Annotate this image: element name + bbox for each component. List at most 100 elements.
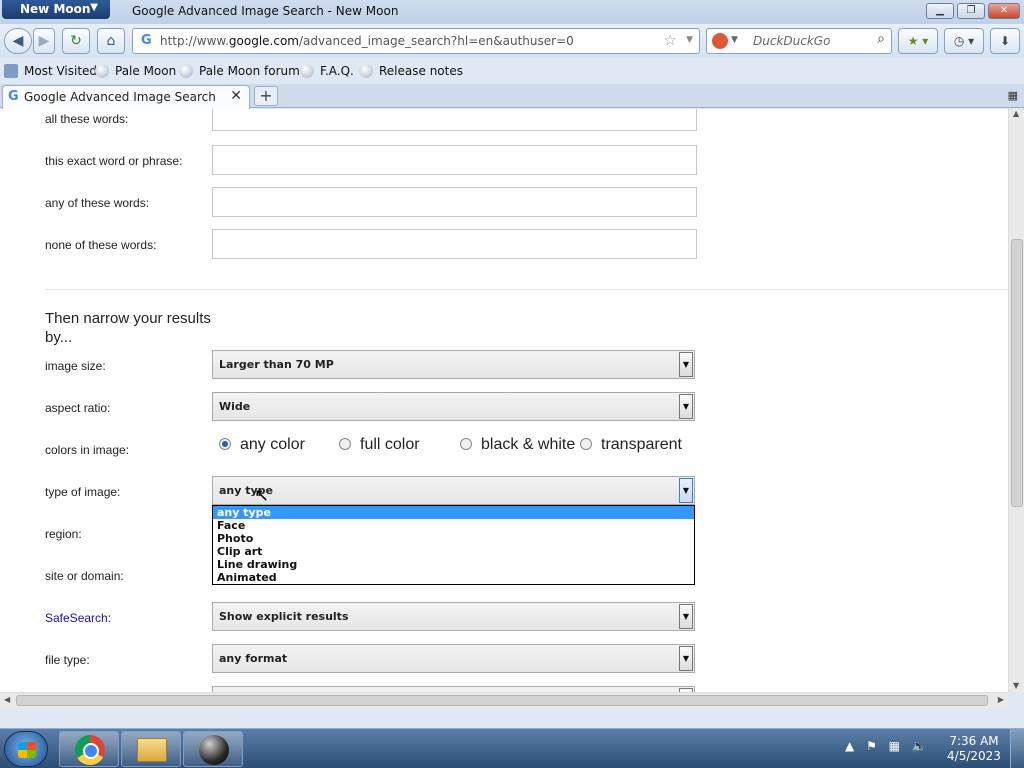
flag-alert-icon[interactable]: ⚑ (866, 739, 877, 753)
type-option-clip-art[interactable]: Clip art (213, 545, 694, 558)
aspect-ratio-label: aspect ratio: (45, 401, 111, 415)
windows-logo-icon (18, 742, 36, 758)
url-history-dropdown-icon[interactable]: ▼ (686, 35, 693, 45)
type-option-animated[interactable]: Animated (213, 571, 694, 584)
color-radio-full[interactable]: full color (339, 436, 420, 454)
status-bar (0, 708, 1024, 728)
address-bar[interactable]: G http://www.google.com/advanced_image_s… (132, 28, 700, 54)
search-placeholder: DuckDuckGo (753, 34, 831, 48)
clock-time: 7:36 AM (949, 734, 999, 748)
color-radio-transparent[interactable]: transparent (580, 436, 682, 454)
section-divider (45, 289, 1008, 290)
exact-phrase-input[interactable] (212, 145, 697, 175)
radio-selected-icon (219, 438, 231, 450)
chevron-down-icon[interactable]: ▼ (679, 394, 693, 419)
type-option-line-drawing[interactable]: Line drawing (213, 558, 694, 571)
tab-google-advanced-image-search[interactable]: G Google Advanced Image Search ✕ (2, 85, 250, 109)
any-words-label: any of these words: (45, 196, 150, 210)
radio-label: transparent (601, 436, 682, 453)
search-engine-bar[interactable]: ▼ DuckDuckGo ⌕ (706, 28, 892, 54)
pale-moon-icon (95, 64, 109, 78)
close-tab-icon[interactable]: ✕ (230, 88, 242, 104)
type-select[interactable]: any type ▼ (212, 476, 695, 505)
chevron-down-icon[interactable]: ▼ (679, 478, 693, 503)
type-option-photo[interactable]: Photo (213, 532, 694, 545)
horizontal-scroll-thumb[interactable] (16, 695, 988, 706)
safesearch-link[interactable]: SafeSearch (45, 611, 108, 625)
bookmarks-menu-button[interactable]: ★ ▾ (898, 28, 938, 54)
radio-icon (339, 438, 351, 450)
safesearch-select[interactable]: Show explicit results ▼ (212, 602, 695, 631)
chevron-down-icon[interactable]: ▼ (731, 35, 738, 45)
search-icon[interactable]: ⌕ (877, 31, 885, 47)
reload-button[interactable]: ↻ (62, 28, 90, 54)
show-desktop-button[interactable] (1010, 729, 1024, 768)
color-radio-any[interactable]: any color (219, 436, 305, 454)
google-favicon-icon: G (141, 33, 152, 48)
type-option-any[interactable]: any type (213, 506, 694, 519)
downloads-button[interactable]: ⬇ (990, 28, 1020, 54)
folder-icon (4, 64, 18, 78)
vertical-scrollbar[interactable]: ▲ ▼ (1008, 109, 1024, 692)
bookmark-release-notes[interactable]: Release notes (359, 64, 463, 78)
chevron-down-icon[interactable]: ▼ (679, 352, 693, 377)
bookmark-label: F.A.Q. (320, 64, 354, 78)
radio-icon (580, 438, 592, 450)
duckduckgo-icon (712, 33, 728, 49)
taskbar-new-moon[interactable] (183, 731, 243, 767)
all-words-input[interactable] (212, 109, 697, 131)
chevron-down-icon: ▼ (90, 2, 98, 13)
aspect-ratio-select[interactable]: Wide ▼ (212, 392, 695, 421)
site-label: site or domain: (45, 569, 124, 583)
bookmark-pale-moon[interactable]: Pale Moon (95, 64, 176, 78)
chevron-down-icon[interactable]: ▼ (679, 646, 693, 671)
maximize-button[interactable]: ❐ (957, 3, 985, 19)
bookmark-pale-moon-forum[interactable]: Pale Moon forum (179, 64, 300, 78)
vertical-scroll-thumb[interactable] (1011, 239, 1023, 507)
volume-muted-icon[interactable]: 🔈 (912, 739, 927, 753)
moon-icon (199, 735, 229, 765)
file-type-select[interactable]: any format ▼ (212, 644, 695, 673)
none-words-input[interactable] (212, 229, 697, 259)
google-favicon-icon: G (8, 89, 19, 104)
image-size-label: image size: (45, 359, 106, 373)
window-title: Google Advanced Image Search - New Moon (132, 4, 399, 18)
color-radio-black-white[interactable]: black & white (460, 436, 575, 454)
bookmark-most-visited[interactable]: Most Visited (4, 64, 97, 78)
app-menu-button[interactable]: New Moon ▼ (2, 0, 110, 19)
type-option-face[interactable]: Face (213, 519, 694, 532)
image-size-select[interactable]: Larger than 70 MP ▼ (212, 350, 695, 379)
bookmark-faq[interactable]: F.A.Q. (300, 64, 354, 78)
close-window-button[interactable]: ✕ (988, 3, 1020, 19)
forward-button[interactable]: ▶ (33, 28, 55, 54)
horizontal-scrollbar[interactable]: ◀ ▶ (0, 692, 1008, 708)
page-content: all these words: this exact word or phra… (0, 109, 1008, 692)
tab-list-icon[interactable]: ▦ (1008, 89, 1018, 102)
network-icon[interactable]: ▦ (889, 739, 900, 753)
scroll-left-icon[interactable]: ◀ (4, 695, 10, 704)
system-clock[interactable]: 7:36 AM 4/5/2023 (946, 734, 1002, 764)
safesearch-value: Show explicit results (219, 610, 349, 623)
show-hidden-icons-icon[interactable]: ▲ (845, 739, 854, 753)
scroll-right-icon[interactable]: ▶ (998, 695, 1004, 704)
taskbar-explorer[interactable] (121, 731, 181, 767)
bookmark-star-icon[interactable]: ☆ (664, 31, 677, 49)
new-tab-button[interactable]: + (254, 86, 278, 106)
any-words-input[interactable] (212, 187, 697, 217)
scroll-down-icon[interactable]: ▼ (1013, 681, 1019, 690)
radio-label: any color (240, 436, 305, 453)
scroll-up-icon[interactable]: ▲ (1013, 109, 1019, 118)
taskbar-chrome[interactable] (59, 731, 119, 767)
back-button[interactable]: ◀ (4, 28, 32, 54)
start-button[interactable] (4, 731, 48, 767)
download-arrow-icon: ⬇ (999, 34, 1011, 48)
minimize-button[interactable]: ▁ (926, 3, 954, 19)
home-icon: ⌂ (106, 33, 116, 49)
bookmark-label: Pale Moon forum (199, 64, 300, 78)
back-arrow-icon: ◀ (12, 33, 24, 49)
chevron-down-icon[interactable]: ▼ (679, 604, 693, 629)
history-button[interactable]: ◷ ▾ (944, 28, 984, 54)
clock-date: 4/5/2023 (947, 749, 1001, 763)
home-button[interactable]: ⌂ (97, 28, 125, 54)
tab-label: Google Advanced Image Search (24, 90, 216, 104)
